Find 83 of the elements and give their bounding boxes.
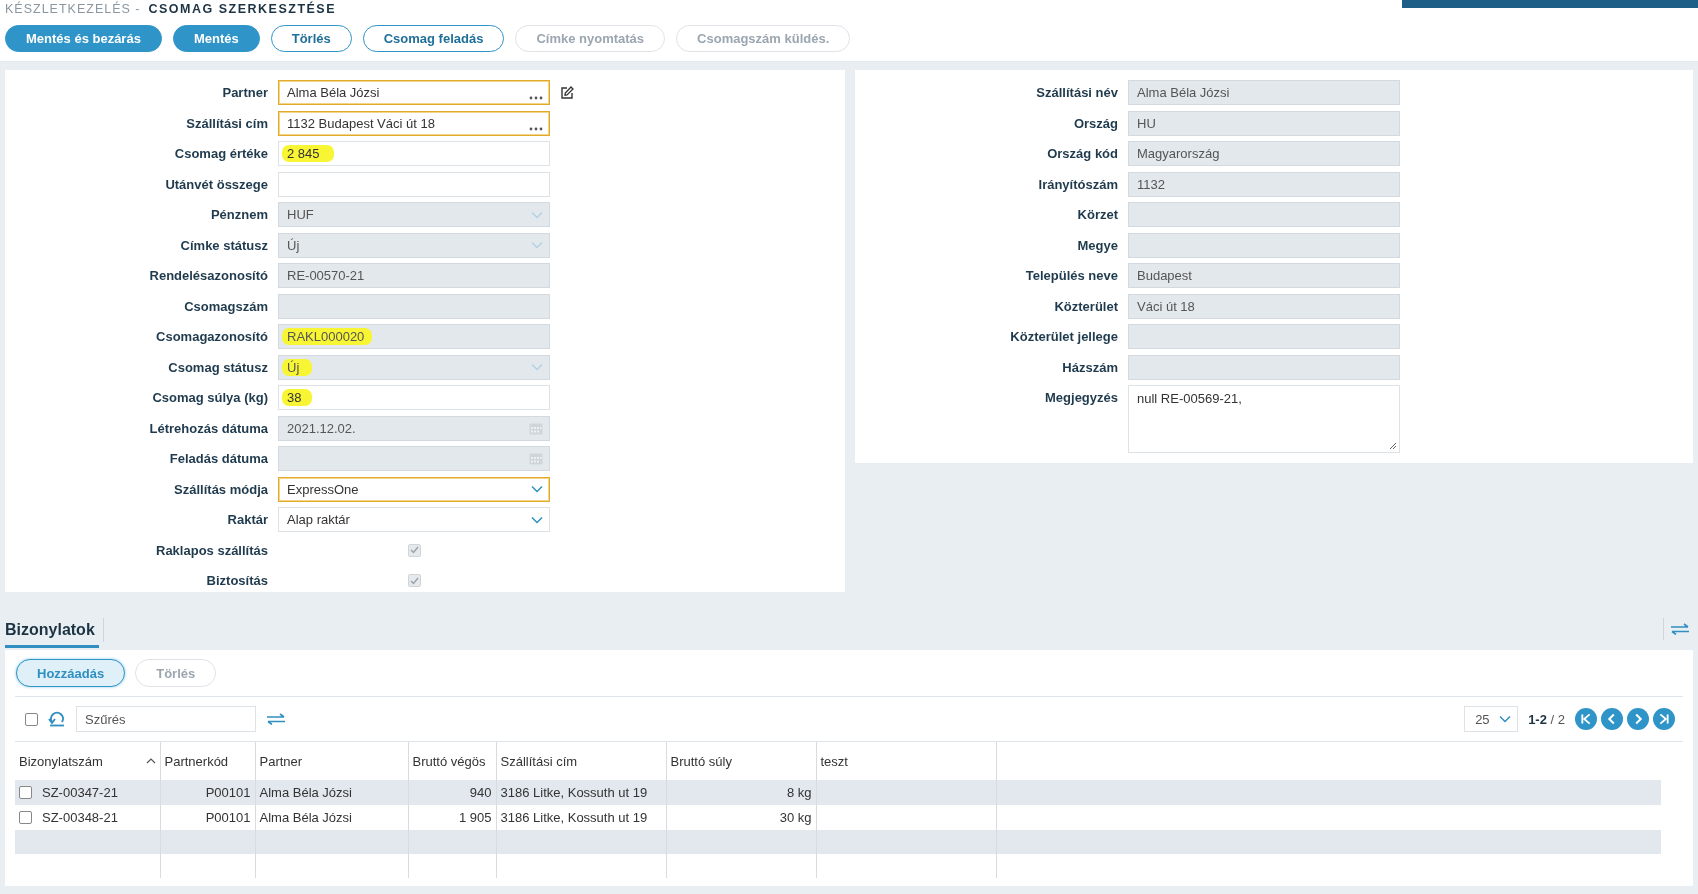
table-cell: 8 kg [786,785,812,800]
column-header[interactable]: Szállítási cím [500,753,578,769]
column-header[interactable]: Partner [259,753,303,769]
field-label: Feladás dátuma [168,450,268,468]
field-label: Utánvét összege [164,175,268,194]
field-label: Rendelésazonosító [148,267,268,285]
field-label: Címke státusz [179,236,268,255]
dropdown-field[interactable]: ExpressOne [278,476,550,502]
toolbar-button[interactable]: Mentés [172,25,260,52]
column-header[interactable]: Partnerkód [164,753,229,769]
more-icon[interactable] [529,126,543,131]
column-header[interactable]: teszt [820,753,848,769]
table-cell: 1 905 [458,810,492,825]
field-label: Irányítószám [1037,175,1118,194]
field-label: Közterület jellege [1009,328,1118,346]
field-label: Megye [1076,236,1118,255]
field-label: Közterület [1053,297,1118,316]
table-cell: P00101 [205,785,251,800]
field-label: Csomagazonosító [155,328,268,346]
textarea-field[interactable]: null RE-00569-21, [1128,385,1400,453]
chevron-icon [531,485,543,493]
field-label: Település neve [1024,267,1118,285]
toolbar-button[interactable]: Csomag feladás [362,25,505,52]
column-header[interactable]: Bizonylatszám [19,753,103,769]
last-page-icon[interactable] [1653,708,1675,730]
swap-icon[interactable] [1670,623,1690,635]
field-label: Csomag súlya (kg) [151,389,268,407]
column-header[interactable]: Bruttó végös [412,753,486,769]
table-cell: 3186 Litke, Kossuth ut 19 [500,810,648,825]
field-label: Csomagszám [183,297,268,316]
field-label: Pénznem [209,206,268,224]
toolbar-button[interactable]: Törlés [270,25,352,52]
swap-icon[interactable] [266,713,286,725]
field-label: Raklapos szállítás [155,541,268,560]
field-label: Raktár [226,511,268,529]
field-label: Körzet [1076,206,1118,224]
toolbar-button[interactable]: Mentés és bezárás [5,25,162,52]
edit-icon[interactable] [560,85,574,100]
text-field[interactable]: 2 845 [278,141,550,166]
table-cell: SZ-00347-21 [42,785,118,800]
field-label: Megjegyzés [1044,389,1118,407]
filter-field[interactable]: Szűrés [76,706,256,732]
lookup-field[interactable]: 1132 Budapest Váci út 18 [278,110,550,136]
table-cell: Alma Béla Józsi [259,785,352,800]
chevron-icon [531,363,543,371]
chevron-icon [531,241,543,249]
row-checkbox[interactable] [19,786,32,799]
field-label: Szállítás módja [173,480,268,499]
first-page-icon[interactable] [1575,708,1597,730]
table-cell: SZ-00348-21 [42,810,118,825]
field-label: Létrehozás dátuma [148,419,268,438]
field-label: Csomag értéke [173,145,268,163]
refresh-icon[interactable] [48,711,66,727]
dropdown-field[interactable]: Alap raktár [278,507,550,532]
field-label: Szállítási cím [185,114,268,133]
chevron-icon [531,515,543,524]
field-label: Ország [1072,114,1118,133]
column-header[interactable]: Bruttó súly [670,753,732,769]
next-page-icon[interactable] [1627,708,1649,730]
page-size-dropdown[interactable]: 25 [1464,706,1519,732]
row-checkbox[interactable] [19,811,32,824]
field-label: Partner [221,84,268,102]
chevron-icon [531,210,543,219]
text-field[interactable] [278,171,550,197]
field-label: Csomag státusz [167,358,268,377]
field-label: Szállítási név [1035,84,1118,102]
table-cell: 940 [469,785,492,800]
field-label: Ország kód [1046,145,1118,163]
more-icon[interactable] [529,96,543,100]
page-range: 1-2 / 2 [1528,711,1565,727]
table-cell: 30 kg [779,810,812,825]
select-all-checkbox[interactable] [25,712,38,726]
field-label: Házszám [1061,358,1118,377]
resize-grip-icon[interactable] [1389,442,1397,450]
page-title: CSOMAG SZERKESZTÉSE [148,2,337,16]
chevron-icon [1499,715,1512,723]
previous-page-icon[interactable] [1601,708,1623,730]
table-cell: P00101 [205,810,251,825]
field-label: Biztosítás [205,572,268,590]
text-field[interactable]: 38 [278,385,550,410]
table-cell: Alma Béla Józsi [259,810,352,825]
lookup-field[interactable]: Alma Béla Józsi [278,80,550,105]
table-cell: 3186 Litke, Kossuth ut 19 [500,785,648,800]
